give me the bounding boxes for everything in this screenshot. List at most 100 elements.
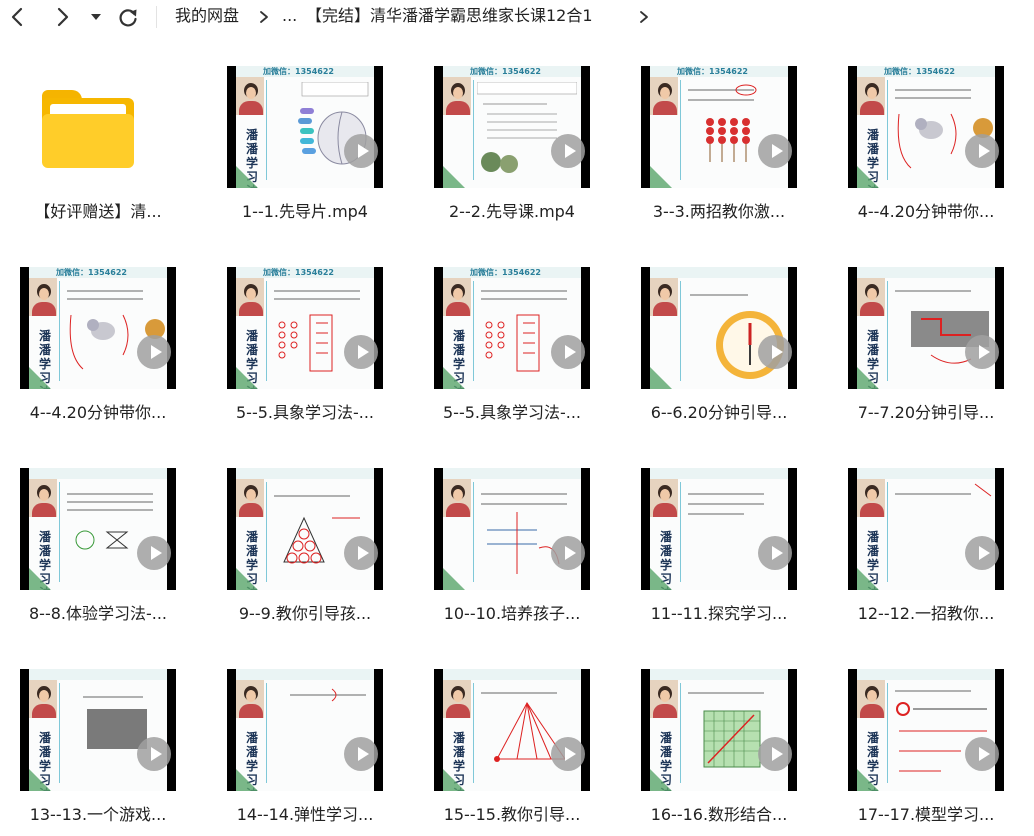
video-item[interactable]: 潘潘学习法 14--14.弹性学习...: [207, 653, 397, 833]
breadcrumb-ellipsis[interactable]: ...: [282, 0, 297, 34]
play-icon: [758, 335, 792, 369]
toolbar-divider: [156, 6, 157, 28]
play-icon: [344, 134, 378, 168]
refresh-icon: [119, 9, 137, 27]
breadcrumb-separator: [258, 0, 270, 34]
video-item[interactable]: 潘潘学习法 17--17.模型学习...: [828, 653, 1018, 833]
video-thumbnail: 潘潘学习法: [848, 669, 1004, 791]
video-item[interactable]: 加微信：1354622 潘潘学习法 5--5.具象学习法-...: [207, 251, 397, 431]
video-thumbnail: 加微信：1354622 潘潘学习法: [848, 66, 1004, 188]
video-item[interactable]: 潘潘学习法 12--12.一招教你...: [828, 452, 1018, 632]
video-item[interactable]: 10--10.培养孩子...: [414, 452, 604, 632]
breadcrumb-separator: [638, 0, 650, 34]
presenter-cam: [29, 680, 57, 718]
play-icon: [965, 536, 999, 570]
presenter-cam: [236, 77, 264, 115]
file-name: 2--2.先导课.mp4: [448, 202, 575, 221]
watermark: 加微信：1354622: [263, 67, 334, 76]
navigation-bar: 我的网盘 ... 【完结】清华潘潘学霸思维家长课12合1: [0, 0, 1034, 34]
file-grid: 【好评赠送】清... 加微信：1354622 潘潘学习法: [0, 50, 1034, 836]
text-slide-icon: [895, 483, 992, 497]
video-thumbnail: 潘潘学习法: [434, 669, 590, 791]
video-item[interactable]: 潘潘学习法 13--13.一个游戏...: [0, 653, 190, 833]
play-icon: [137, 335, 171, 369]
presenter-cam: [443, 680, 471, 718]
presenter-cam: [857, 680, 885, 718]
play-icon: [551, 737, 585, 771]
chevron-right-icon: [640, 11, 648, 23]
presenter-cam: [443, 479, 471, 517]
presenter-cam: [857, 278, 885, 316]
presenter-cam: [650, 278, 678, 316]
folder-item[interactable]: 【好评赠送】清...: [0, 50, 190, 230]
text-slide-icon: [688, 493, 764, 515]
presenter-cam: [29, 278, 57, 316]
play-icon: [965, 335, 999, 369]
watermark: 加微信：1354622: [470, 268, 541, 277]
file-name: 5--5.具象学习法-...: [442, 403, 582, 422]
watermark: 加微信：1354622: [263, 268, 334, 277]
breadcrumb-root[interactable]: 我的网盘: [175, 0, 239, 34]
video-thumbnail: 潘潘学习法: [641, 669, 797, 791]
video-item[interactable]: 加微信：1354622 潘潘学习法 4--4.20分钟带你...: [828, 50, 1018, 230]
video-thumbnail: 潘潘学习法: [848, 468, 1004, 590]
play-icon: [551, 134, 585, 168]
video-item[interactable]: 潘潘学习法 15--15.教你引导...: [414, 653, 604, 833]
presenter-cam: [857, 479, 885, 517]
presenter-cam: [650, 680, 678, 718]
video-item[interactable]: 加微信：1354622 2--2.先导课.mp4: [414, 50, 604, 230]
video-item[interactable]: 加微信：1354622 3--3.两招教你激...: [621, 50, 811, 230]
play-icon: [758, 134, 792, 168]
file-name: 4--4.20分钟带你...: [29, 403, 167, 422]
file-name: 8--8.体验学习法-...: [28, 604, 168, 623]
play-icon: [965, 737, 999, 771]
play-icon: [344, 335, 378, 369]
video-thumbnail: 潘潘学习法: [848, 267, 1004, 389]
video-item[interactable]: 潘潘学习法 7--7.20分钟引导...: [828, 251, 1018, 431]
video-item[interactable]: 潘潘学习法 11--11.探究学习...: [621, 452, 811, 632]
video-thumbnail: 加微信：1354622 潘潘学习法: [227, 66, 383, 188]
presenter-cam: [650, 479, 678, 517]
presenter-cam: [650, 77, 678, 115]
video-thumbnail: 加微信：1354622 潘潘学习法: [20, 267, 176, 389]
video-item[interactable]: 加微信：1354622 潘潘学习法 5--5.具象学习法-...: [414, 251, 604, 431]
back-button[interactable]: [4, 3, 32, 31]
video-thumbnail: [641, 267, 797, 389]
file-name: 15--15.教你引导...: [443, 805, 581, 824]
video-item[interactable]: 加微信：1354622 潘潘学习法 4--4.20分钟带你...: [0, 251, 190, 431]
video-thumbnail: 加微信：1354622 潘潘学习法: [434, 267, 590, 389]
play-icon: [758, 536, 792, 570]
watermark: 加微信：1354622: [56, 268, 127, 277]
history-dropdown-button[interactable]: [82, 3, 110, 31]
video-item[interactable]: 潘潘学习法 16--16.数形结合...: [621, 653, 811, 833]
video-thumbnail: 潘潘学习法: [641, 468, 797, 590]
presenter-cam: [443, 77, 471, 115]
file-name: 14--14.弹性学习...: [236, 805, 374, 824]
video-item[interactable]: 潘潘学习法 9--9.教你引导孩...: [207, 452, 397, 632]
watermark: 加微信：1354622: [884, 67, 955, 76]
play-icon: [758, 737, 792, 771]
file-name: 3--3.两招教你激...: [652, 202, 786, 221]
chevron-right-icon: [57, 7, 69, 27]
video-item[interactable]: 加微信：1354622 潘潘学习法 1--1.先导片.mp4: [207, 50, 397, 230]
formula-sketch-icon: [895, 690, 987, 772]
video-thumbnail: 潘潘学习法: [20, 468, 176, 590]
number-sketch-icon: [481, 493, 567, 574]
video-thumbnail: 潘潘学习法: [227, 669, 383, 791]
file-name: 1--1.先导片.mp4: [241, 202, 368, 221]
pyramid-sketch-icon: [274, 495, 360, 564]
video-item[interactable]: 6--6.20分钟引导...: [621, 251, 811, 431]
refresh-button[interactable]: [114, 3, 142, 31]
chevron-left-icon: [11, 7, 23, 27]
video-item[interactable]: 潘潘学习法 8--8.体验学习法-...: [0, 452, 190, 632]
file-name: 5--5.具象学习法-...: [235, 403, 375, 422]
gray-block-icon: [83, 696, 147, 749]
file-name: 【好评赠送】清...: [34, 202, 162, 221]
file-name: 4--4.20分钟带你...: [857, 202, 995, 221]
forward-button[interactable]: [48, 3, 76, 31]
breadcrumb-current[interactable]: 【完结】清华潘潘学霸思维家长课12合1: [306, 0, 593, 34]
presenter-cam: [857, 77, 885, 115]
file-name: 10--10.培养孩子...: [443, 604, 581, 623]
presenter-cam: [443, 278, 471, 316]
play-icon: [551, 335, 585, 369]
